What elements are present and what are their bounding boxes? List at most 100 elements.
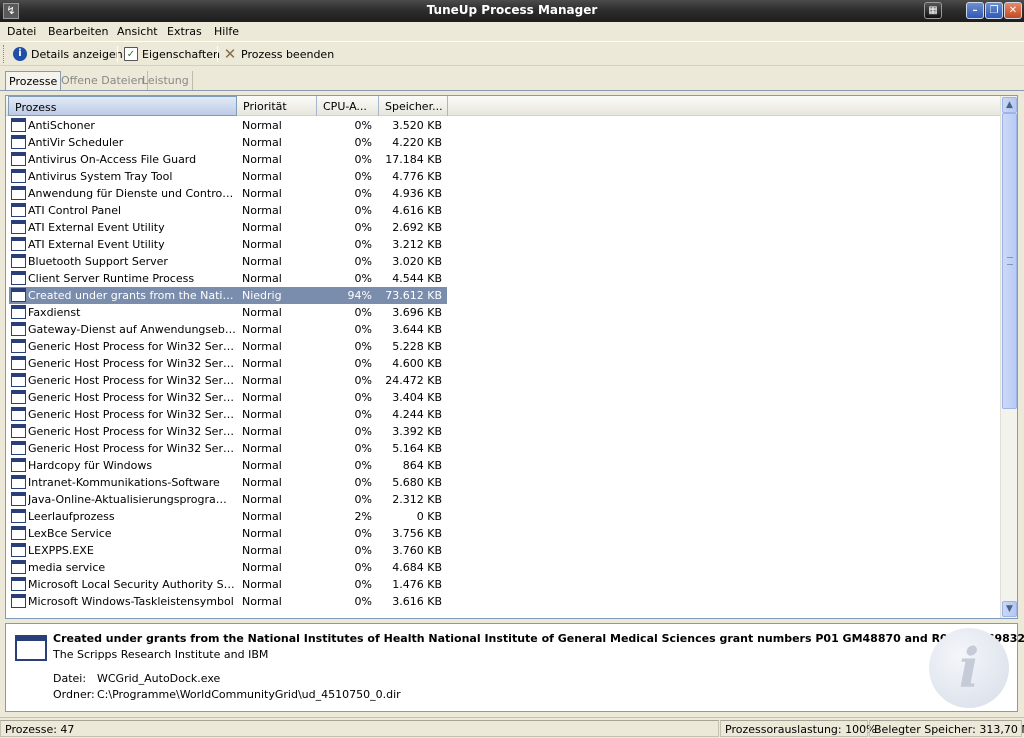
details-label: Details anzeigen	[31, 47, 123, 61]
minimize-button[interactable]: –	[966, 2, 984, 19]
table-row[interactable]: Microsoft Local Security Authority Subsy…	[6, 576, 1001, 593]
properties-label: Eigenschaften	[142, 47, 220, 61]
title-bar[interactable]: ↯ TuneUp Process Manager ▦ – ❐ ✕	[0, 0, 1024, 22]
maximize-button[interactable]: ❐	[985, 2, 1003, 19]
table-row[interactable]: Generic Host Process for Win32 Services N…	[6, 440, 1001, 457]
process-name: Intranet-Kommunikations-Software	[28, 476, 220, 489]
properties-button[interactable]: ✓ Eigenschaften	[124, 44, 220, 64]
process-memory: 3.520 KB	[392, 119, 442, 132]
process-priority: Normal	[242, 204, 282, 217]
process-memory: 3.760 KB	[392, 544, 442, 557]
table-row[interactable]: Generic Host Process for Win32 Services N…	[6, 423, 1001, 440]
info-watermark-icon: i	[929, 628, 1009, 708]
process-name: Generic Host Process for Win32 Services	[28, 357, 236, 370]
close-x-icon: ✕	[223, 45, 237, 63]
menu-extras[interactable]: Extras	[167, 25, 202, 38]
process-cpu: 0%	[354, 544, 372, 557]
process-priority: Normal	[242, 153, 282, 166]
properties-icon: ✓	[124, 47, 138, 61]
tray-icon[interactable]: ▦	[924, 2, 942, 19]
status-cpu-load: Prozessorauslastung: 100%	[720, 720, 877, 737]
process-memory: 4.544 KB	[392, 272, 442, 285]
table-row[interactable]: Microsoft Windows-Taskleistensymbol Norma…	[6, 593, 1001, 610]
scroll-down-button[interactable]: ▼	[1002, 601, 1017, 617]
process-icon	[11, 560, 26, 574]
process-name: ATI External Event Utility	[28, 221, 165, 234]
process-icon	[11, 594, 26, 608]
process-cpu: 0%	[354, 408, 372, 421]
process-memory: 1.476 KB	[392, 578, 442, 591]
tab-leistung[interactable]: Leistung	[139, 71, 193, 90]
table-row[interactable]: Antivirus System Tray Tool Normal 0% 4.776 …	[6, 168, 1001, 185]
process-priority: Normal	[242, 510, 282, 523]
menu-bearbeiten[interactable]: Bearbeiten	[48, 25, 108, 38]
details-button[interactable]: i Details anzeigen	[13, 44, 123, 64]
table-row[interactable]: Client Server Runtime Process Normal 0% 4.5…	[6, 270, 1001, 287]
process-memory: 73.612 KB	[385, 289, 442, 302]
process-name: ATI Control Panel	[28, 204, 122, 217]
process-priority: Normal	[242, 442, 282, 455]
menu-datei[interactable]: Datei	[7, 25, 36, 38]
column-memory[interactable]: Speicher...	[379, 96, 448, 116]
table-row[interactable]: Generic Host Process for Win32 Services N…	[6, 406, 1001, 423]
table-row[interactable]: Generic Host Process for Win32 Services N…	[6, 355, 1001, 372]
vertical-scrollbar[interactable]: ▲ ▼	[1000, 96, 1017, 618]
table-row[interactable]: Generic Host Process for Win32 Services N…	[6, 389, 1001, 406]
process-priority: Normal	[242, 476, 282, 489]
process-priority: Normal	[242, 170, 282, 183]
close-button[interactable]: ✕	[1004, 2, 1022, 19]
tab-prozesse[interactable]: Prozesse	[5, 71, 62, 90]
menu-ansicht[interactable]: Ansicht	[117, 25, 158, 38]
table-row[interactable]: Anwendung für Dienste und Controller Norm…	[6, 185, 1001, 202]
table-row[interactable]: Generic Host Process for Win32 Services N…	[6, 372, 1001, 389]
table-row[interactable]: Created under grants from the National .…	[6, 287, 1001, 304]
process-icon	[11, 339, 26, 353]
process-name: Generic Host Process for Win32 Services	[28, 391, 236, 404]
table-row[interactable]: Antivirus On-Access File Guard Normal 0% 17…	[6, 151, 1001, 168]
end-process-button[interactable]: ✕ Prozess beenden	[223, 44, 334, 64]
table-row[interactable]: Leerlaufprozess Normal 2% 0 KB	[6, 508, 1001, 525]
process-memory: 4.776 KB	[392, 170, 442, 183]
process-memory: 3.392 KB	[392, 425, 442, 438]
process-name: Generic Host Process for Win32 Services	[28, 408, 236, 421]
process-priority: Normal	[242, 255, 282, 268]
toolbar-grip[interactable]	[3, 45, 6, 63]
table-row[interactable]: Intranet-Kommunikations-Software Normal 0%…	[6, 474, 1001, 491]
process-list[interactable]: Prozess Priorität CPU-A... Speicher... A…	[5, 95, 1018, 619]
table-row[interactable]: LexBce Service Normal 0% 3.756 KB	[6, 525, 1001, 542]
process-cpu: 0%	[354, 561, 372, 574]
tab-offene-dateien[interactable]: Offene Dateien	[58, 71, 149, 90]
table-row[interactable]: LEXPPS.EXE Normal 0% 3.760 KB	[6, 542, 1001, 559]
process-priority: Normal	[242, 493, 282, 506]
table-row[interactable]: Gateway-Dienst auf Anwendungsebene Normal…	[6, 321, 1001, 338]
table-row[interactable]: ATI Control Panel Normal 0% 4.616 KB	[6, 202, 1001, 219]
process-cpu: 0%	[354, 119, 372, 132]
table-row[interactable]: ATI External Event Utility Normal 0% 2.692 …	[6, 219, 1001, 236]
process-memory: 3.696 KB	[392, 306, 442, 319]
process-cpu: 0%	[354, 323, 372, 336]
process-icon	[11, 288, 26, 302]
process-name: Created under grants from the National .…	[28, 289, 236, 302]
process-icon	[11, 475, 26, 489]
scroll-up-button[interactable]: ▲	[1002, 97, 1017, 113]
process-priority: Normal	[242, 136, 282, 149]
scroll-thumb[interactable]	[1002, 113, 1017, 409]
table-row[interactable]: Bluetooth Support Server Normal 0% 3.020 KB	[6, 253, 1001, 270]
process-name: Generic Host Process for Win32 Services	[28, 374, 236, 387]
column-priority[interactable]: Priorität	[237, 96, 317, 116]
column-cpu[interactable]: CPU-A...	[317, 96, 379, 116]
table-row[interactable]: Java-Online-Aktualisierungsprogramm Norma…	[6, 491, 1001, 508]
table-row[interactable]: media service Normal 0% 4.684 KB	[6, 559, 1001, 576]
table-row[interactable]: Faxdienst Normal 0% 3.696 KB	[6, 304, 1001, 321]
process-name: Hardcopy für Windows	[28, 459, 153, 472]
info-icon: i	[13, 47, 27, 61]
table-row[interactable]: AntiVir Scheduler Normal 0% 4.220 KB	[6, 134, 1001, 151]
process-name: Generic Host Process for Win32 Services	[28, 425, 236, 438]
table-row[interactable]: ATI External Event Utility Normal 0% 3.212 …	[6, 236, 1001, 253]
column-process[interactable]: Prozess	[8, 96, 237, 116]
table-row[interactable]: AntiSchoner Normal 0% 3.520 KB	[6, 117, 1001, 134]
process-priority: Normal	[242, 357, 282, 370]
table-row[interactable]: Hardcopy für Windows Normal 0% 864 KB	[6, 457, 1001, 474]
menu-hilfe[interactable]: Hilfe	[214, 25, 239, 38]
table-row[interactable]: Generic Host Process for Win32 Services N…	[6, 338, 1001, 355]
